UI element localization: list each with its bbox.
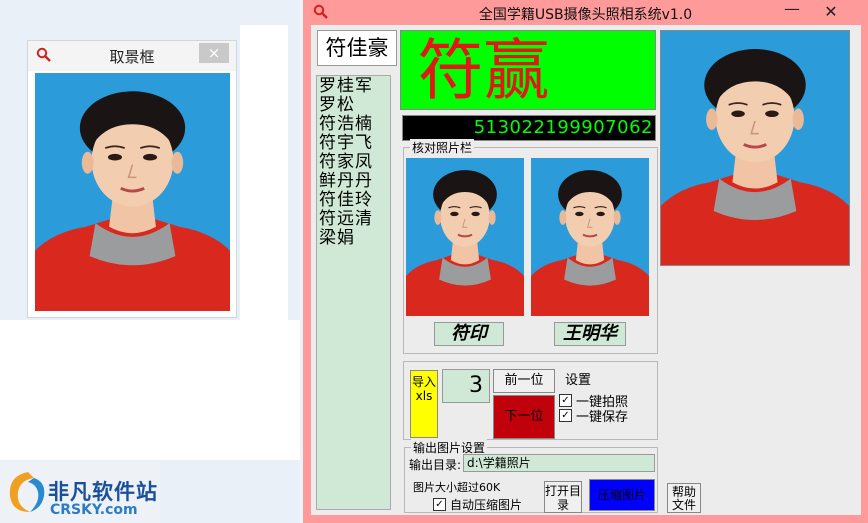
- settings-label: 设置: [565, 373, 592, 388]
- camera-preview: [35, 73, 230, 311]
- logo-swirl-icon: [9, 472, 45, 512]
- desktop-panel: [240, 25, 288, 320]
- output-dir-field[interactable]: d:\学籍照片: [463, 454, 655, 472]
- previous-button[interactable]: 前一位: [493, 369, 555, 393]
- list-item[interactable]: 符远清: [319, 210, 388, 229]
- close-icon[interactable]: ✕: [811, 1, 851, 23]
- list-item[interactable]: 罗桂军: [319, 77, 388, 96]
- checkbox-checked[interactable]: ✓: [433, 498, 446, 511]
- open-directory-button[interactable]: 打开目录: [544, 481, 582, 513]
- big-name-display: 符赢: [400, 30, 656, 110]
- list-item[interactable]: 符家凤: [319, 153, 388, 172]
- auto-compress-checkbox[interactable]: ✓ 自动压缩图片: [433, 496, 522, 513]
- id-number-display: 513022199907062: [402, 115, 656, 141]
- desktop-panel: [0, 320, 300, 460]
- big-name-text: 符赢: [417, 32, 550, 109]
- checkbox-checked[interactable]: ✓: [559, 409, 572, 422]
- one-key-save-checkbox[interactable]: ✓ 一键保存: [559, 406, 628, 425]
- list-item[interactable]: 符宇飞: [319, 134, 388, 153]
- viewfinder-titlebar[interactable]: 取景框 ×: [28, 41, 236, 71]
- list-item[interactable]: 鲜丹丹: [319, 172, 388, 191]
- next-button[interactable]: 下一位: [493, 395, 555, 439]
- minimize-icon[interactable]: —: [783, 1, 801, 21]
- sequence-number-field[interactable]: 3: [442, 369, 490, 403]
- import-xls-button[interactable]: 导入xls: [410, 370, 438, 438]
- compress-image-button[interactable]: 压缩图片: [589, 479, 655, 511]
- list-item[interactable]: 符浩楠: [319, 115, 388, 134]
- site-logo: 非凡软件站 CRSKY.com: [0, 462, 160, 523]
- verify-group-title: 核对照片栏: [410, 139, 475, 156]
- list-item[interactable]: 罗松: [319, 96, 388, 115]
- current-student-name: 符佳豪: [317, 30, 397, 66]
- main-window: 全国学籍USB摄像头照相系统v1.0 — ✕ 符佳豪 罗桂军 罗松 符浩楠 符宇…: [303, 0, 868, 523]
- list-item[interactable]: 梁娟: [319, 229, 388, 248]
- id-number: 513022199907062: [473, 117, 653, 138]
- verify-photo-group: 核对照片栏 符印 王明华: [403, 139, 658, 354]
- output-settings-group: 输出图片设置 输出目录: d:\学籍照片 图片大小超过60K ✓ 自动压缩图片 …: [404, 439, 658, 513]
- logo-url: CRSKY.com: [50, 502, 138, 518]
- live-camera-photo: [660, 30, 850, 266]
- output-dir-label: 输出目录:: [409, 458, 462, 472]
- student-name-list[interactable]: 罗桂军 罗松 符浩楠 符宇飞 符家凤 鲜丹丹 符佳玲 符远清 梁娟: [316, 75, 391, 510]
- viewfinder-window: 取景框 ×: [27, 40, 237, 318]
- main-client-area: 符佳豪 罗桂军 罗松 符浩楠 符宇飞 符家凤 鲜丹丹 符佳玲 符远清 梁娟 符赢…: [311, 25, 861, 515]
- signature-1: 符印: [434, 322, 504, 346]
- list-item[interactable]: 符佳玲: [319, 191, 388, 210]
- checkbox-label: 自动压缩图片: [450, 498, 523, 512]
- help-file-button[interactable]: 帮助文件: [667, 483, 701, 513]
- control-group: 导入xls 3 前一位 下一位 设置 ✓ 一键拍照 ✓ 一键保存: [403, 361, 658, 440]
- close-icon[interactable]: ×: [199, 43, 229, 63]
- signature-2: 王明华: [554, 322, 626, 346]
- verify-photo-2: [531, 158, 649, 316]
- verify-photo-1: [406, 158, 524, 316]
- size-threshold-label: 图片大小超过60K: [413, 481, 501, 494]
- checkbox-label: 一键保存: [576, 410, 629, 425]
- main-titlebar[interactable]: 全国学籍USB摄像头照相系统v1.0 — ✕: [303, 0, 868, 25]
